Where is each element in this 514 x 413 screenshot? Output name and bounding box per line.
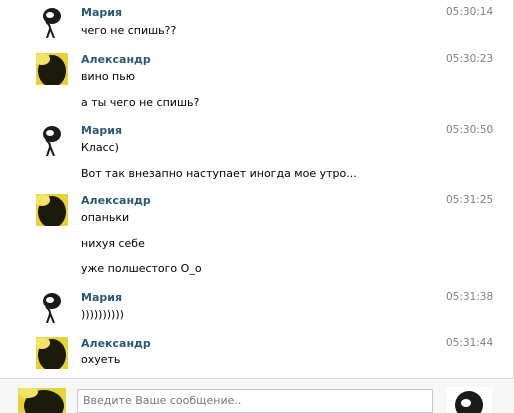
message-author[interactable]: Александр	[81, 53, 151, 66]
message-author[interactable]: Мария	[81, 291, 122, 304]
message-text: ))))))))))	[81, 308, 124, 321]
avatar-alexander[interactable]	[36, 53, 68, 85]
message-author[interactable]: Александр	[81, 337, 151, 350]
my-avatar	[18, 388, 66, 413]
message-time: 05:30:50	[446, 124, 494, 136]
message-author[interactable]: Мария	[81, 6, 122, 19]
message-time: 05:30:14	[446, 6, 494, 18]
contact-avatar	[446, 387, 492, 413]
message-text: уже полшестого О_о	[81, 262, 202, 275]
avatar-alexander[interactable]	[36, 194, 68, 226]
avatar-maria[interactable]	[36, 291, 68, 323]
message-author[interactable]: Мария	[81, 124, 122, 137]
message-time: 05:31:38	[446, 291, 494, 303]
message-time: 05:31:25	[446, 194, 494, 206]
message-input[interactable]: Введите Ваше сообщение..	[77, 389, 433, 413]
message-text: чего не спишь??	[81, 24, 177, 37]
avatar-maria[interactable]	[36, 6, 68, 38]
message-text: охуеть	[81, 353, 121, 366]
avatar-alexander[interactable]	[36, 337, 68, 369]
message-text: опаньки	[81, 211, 130, 224]
message-text: Вот так внезапно наступает иногда мое ут…	[81, 167, 357, 180]
message-time: 05:31:44	[446, 337, 494, 349]
message-author[interactable]: Александр	[81, 194, 151, 207]
message-time: 05:30:23	[446, 53, 494, 65]
message-text: нихуя себе	[81, 237, 145, 250]
message-text: вино пью	[81, 70, 135, 83]
message-text: а ты чего не спишь?	[81, 96, 200, 109]
message-text: Класс)	[81, 141, 119, 154]
message-composer: Введите Ваше сообщение..	[0, 378, 514, 413]
message-history[interactable]: Мария 05:30:14 чего не спишь?? Александр…	[0, 0, 514, 378]
avatar-maria[interactable]	[36, 124, 68, 156]
